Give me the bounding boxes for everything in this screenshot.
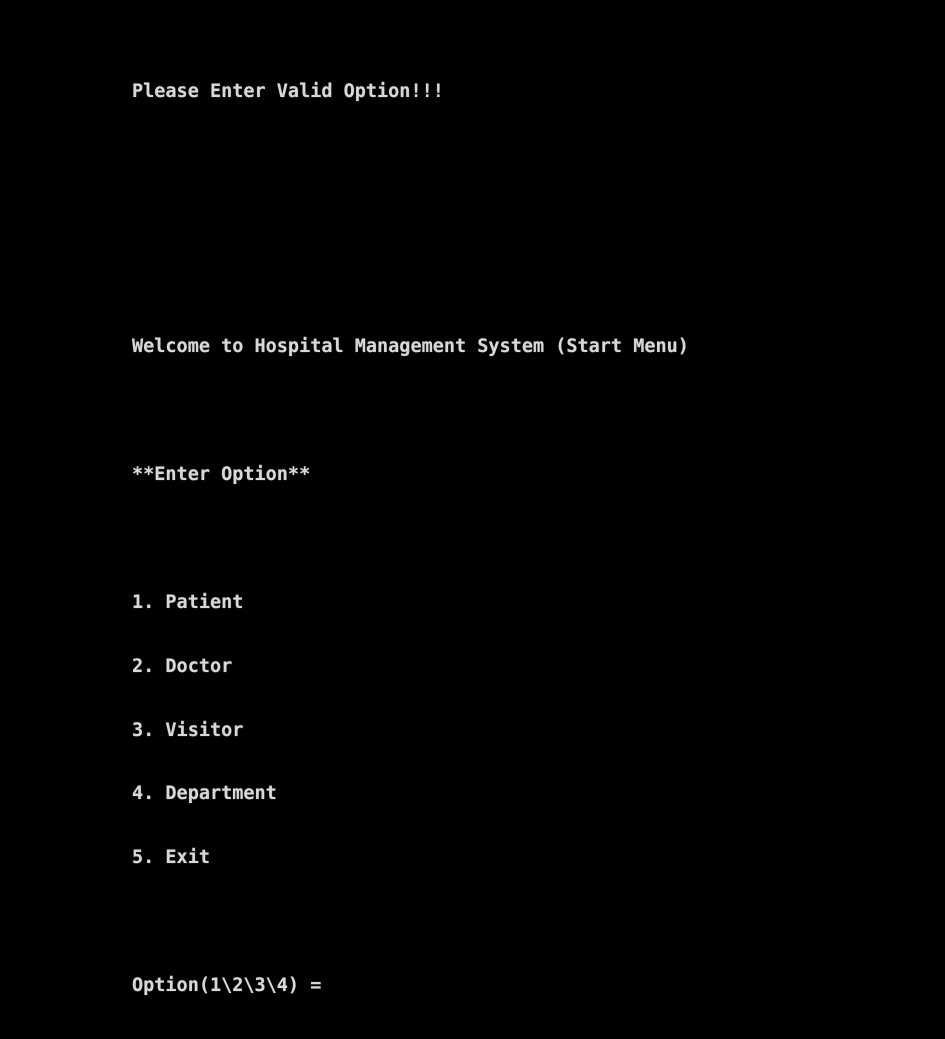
menu-item-exit: 5. Exit <box>132 847 210 869</box>
welcome-title: Welcome to Hospital Management System (S… <box>132 336 689 358</box>
menu-item-visitor: 3. Visitor <box>132 719 244 741</box>
console-window: Please Enter Valid Option!!! Welcome to … <box>0 0 945 996</box>
option-prompt-row: Option(1\2\3\4) = <box>132 975 689 996</box>
menu-item-patient: 1. Patient <box>132 591 244 613</box>
console-output: Please Enter Valid Option!!! Welcome to … <box>132 38 689 1039</box>
menu-item-department: 4. Department <box>132 783 277 805</box>
menu-item-doctor: 2. Doctor <box>132 655 233 677</box>
error-message: Please Enter Valid Option!!! <box>132 80 444 102</box>
option-input[interactable] <box>332 976 373 996</box>
enter-option-heading: **Enter Option** <box>132 463 311 485</box>
option-prompt: Option(1\2\3\4) = <box>132 975 333 997</box>
